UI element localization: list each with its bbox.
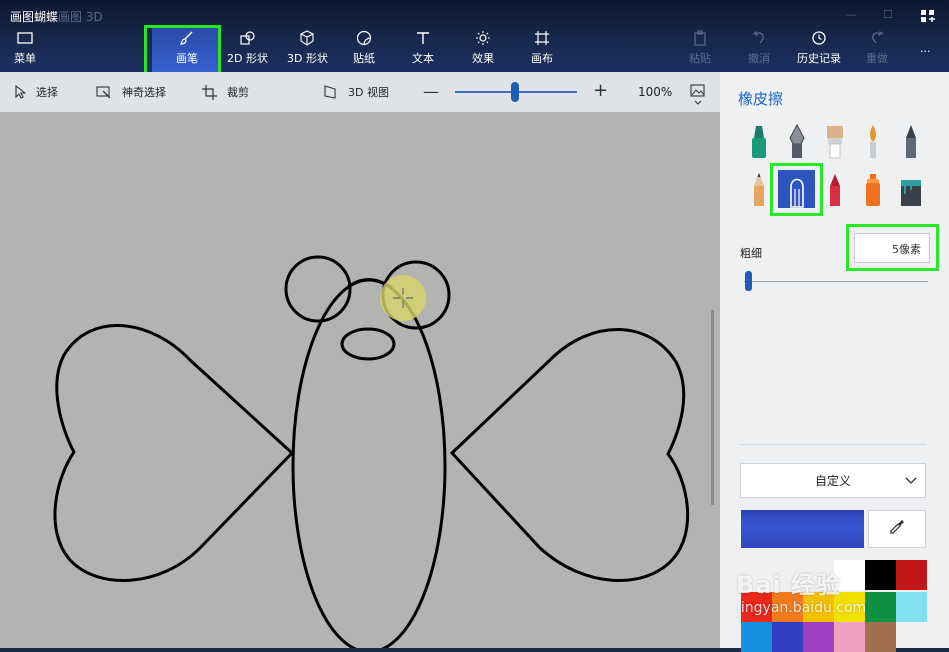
tool-canvas-label: 画布 (531, 52, 553, 65)
crayon-icon[interactable] (823, 172, 847, 208)
tool-brushes-label: 画笔 (176, 52, 198, 65)
crop-label: 裁剪 (227, 86, 249, 99)
crop-icon (202, 84, 217, 100)
tool-brushes-button[interactable]: 画笔 (172, 28, 202, 70)
calligraphy-pen-icon[interactable] (785, 123, 809, 160)
redo-button[interactable]: 重做 (866, 28, 888, 70)
eyedropper-icon (889, 519, 905, 539)
paste-label: 粘贴 (689, 52, 711, 65)
view-3d-label: 3D 视图 (348, 86, 389, 99)
history-label: 历史记录 (797, 52, 841, 65)
3d-cube-icon (299, 28, 315, 48)
color-swatch[interactable] (865, 560, 896, 590)
crop-button[interactable]: 裁剪 (202, 72, 249, 112)
fill-bucket-icon[interactable] (899, 172, 923, 208)
chevron-down-icon (905, 474, 917, 489)
panel-divider (740, 444, 926, 445)
tool-3d-shapes-button[interactable]: 3D 形状 (287, 28, 328, 70)
thickness-label: 粗细 (740, 247, 762, 260)
thickness-slider-thumb[interactable] (744, 271, 752, 291)
eyedropper-button[interactable] (868, 510, 926, 548)
magic-select-icon (96, 85, 112, 99)
panel-title: 橡皮擦 (738, 90, 784, 108)
view-3d-icon (324, 85, 338, 99)
cursor-icon (14, 85, 26, 99)
drawing-canvas[interactable] (0, 112, 720, 648)
color-mode-dropdown[interactable]: 自定义 (740, 463, 926, 498)
butterfly-body (291, 278, 447, 648)
select-label: 选择 (36, 86, 58, 99)
history-button[interactable]: 历史记录 (797, 28, 841, 70)
watermark-url: jingyan.baidu.com (737, 600, 867, 616)
color-mode-label: 自定义 (814, 474, 851, 488)
spray-can-icon[interactable] (861, 172, 885, 208)
tool-text-button[interactable]: 文本 (412, 28, 434, 70)
2d-shapes-icon (238, 28, 256, 48)
pencil-icon[interactable] (747, 172, 771, 208)
oil-brush-icon[interactable] (823, 124, 847, 160)
tool-2d-shapes-button[interactable]: 2D 形状 (227, 28, 268, 70)
fullscreen-icon[interactable] (920, 8, 936, 27)
tool-2d-shapes-label: 2D 形状 (227, 52, 268, 65)
window-title-ghost: 画图 3D (58, 10, 103, 24)
canvas-toolbar: 选择 神奇选择 裁剪 3D 视图 — + 100% (0, 72, 720, 112)
left-wing (53, 323, 295, 582)
pixel-pen-icon[interactable] (899, 124, 923, 160)
sun-icon (475, 28, 491, 48)
tool-stickers-button[interactable]: 贴纸 (353, 28, 375, 70)
tool-canvas-button[interactable]: 画布 (531, 28, 553, 70)
window-title: 画图蝴蝶 (10, 10, 59, 24)
canvas-scrollbar[interactable] (711, 310, 714, 505)
current-color-swatch[interactable] (741, 510, 864, 548)
thickness-input[interactable]: 5像素 (854, 233, 930, 263)
more-label: ... (920, 42, 931, 55)
redo-icon (869, 28, 885, 48)
right-wing (449, 328, 690, 582)
color-swatch[interactable] (896, 560, 927, 590)
undo-label: 撤消 (748, 52, 770, 65)
watercolor-icon[interactable] (861, 124, 885, 160)
color-swatch[interactable] (865, 592, 896, 622)
magic-select-label: 神奇选择 (122, 86, 166, 99)
tool-effects-button[interactable]: 效果 (472, 28, 494, 70)
tool-effects-label: 效果 (472, 52, 494, 65)
tool-stickers-label: 贴纸 (353, 52, 375, 65)
view-3d-button[interactable]: 3D 视图 (324, 72, 389, 112)
tool-3d-shapes-label: 3D 形状 (287, 52, 328, 65)
color-swatch[interactable] (896, 592, 927, 622)
history-clock-icon (811, 28, 827, 48)
butterfly-nose (340, 327, 396, 361)
text-icon (415, 28, 431, 48)
menu-button[interactable]: 菜单 (14, 28, 36, 70)
thickness-slider-track[interactable] (744, 281, 928, 282)
tool-text-label: 文本 (412, 52, 434, 65)
maximize-icon[interactable]: ☐ (883, 8, 893, 21)
sticker-icon (356, 28, 372, 48)
paste-icon (692, 28, 708, 48)
butterfly-left-eye (284, 255, 352, 323)
zoom-in-button[interactable]: + (593, 80, 608, 101)
marker-icon[interactable] (747, 124, 771, 160)
butterfly-drawing (53, 255, 690, 648)
undo-button[interactable]: 撤消 (748, 28, 770, 70)
watermark-brand: Bai 经验 (736, 571, 842, 599)
menu-label: 菜单 (14, 52, 36, 65)
brush-icon (179, 28, 195, 48)
redo-label: 重做 (866, 52, 888, 65)
zoom-value: 100% (638, 85, 673, 99)
paste-button[interactable]: 粘贴 (689, 28, 711, 70)
canvas-icon (534, 28, 550, 48)
image-view-icon[interactable] (690, 84, 706, 111)
undo-icon (751, 28, 767, 48)
zoom-slider-thumb[interactable] (510, 82, 519, 102)
magic-select-button[interactable]: 神奇选择 (96, 72, 166, 112)
menu-icon (17, 28, 33, 48)
minimize-icon[interactable]: — (846, 8, 857, 21)
top-toolbar: 画图蝴蝶 画图 3D 菜单 画笔 2D 形状 3D 形状 贴纸 文本 效果 画布… (0, 0, 949, 75)
zoom-out-button[interactable]: — (423, 82, 439, 101)
eraser-cursor-highlight (380, 275, 426, 321)
eraser-icon[interactable] (785, 173, 809, 209)
select-button[interactable]: 选择 (14, 72, 58, 112)
